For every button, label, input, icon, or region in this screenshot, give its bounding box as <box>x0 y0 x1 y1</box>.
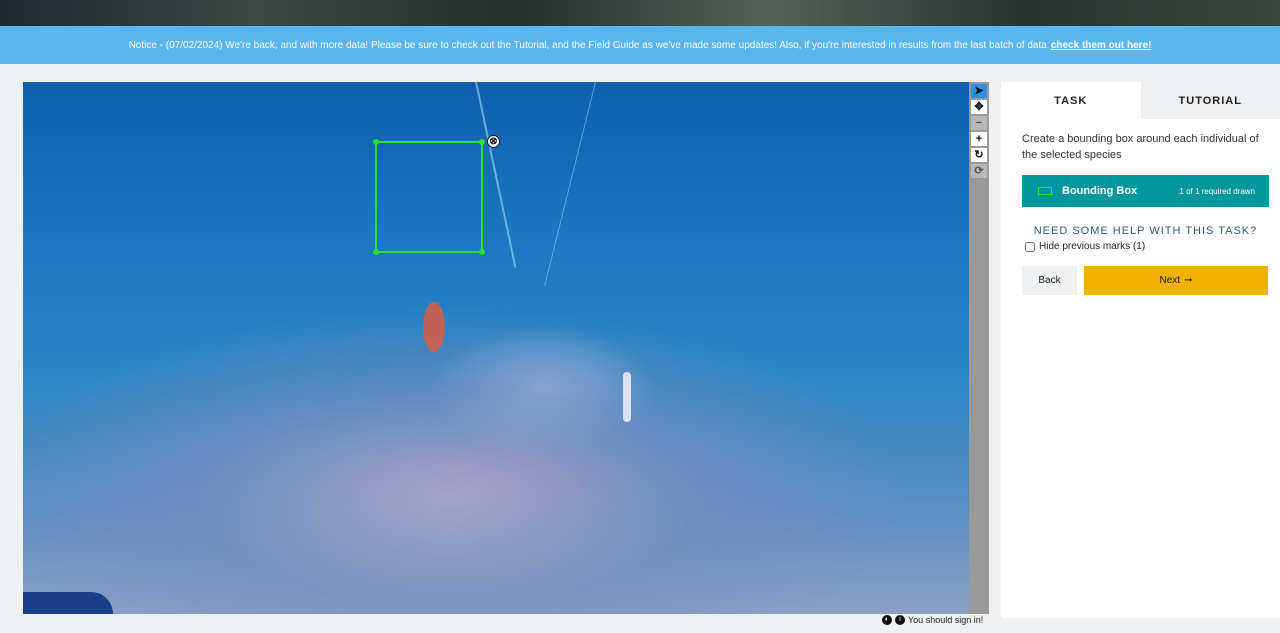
notice-text: Notice - (07/02/2024) We're back, and wi… <box>128 39 1047 51</box>
subject-image[interactable]: ⊗ <box>23 82 969 614</box>
image-toolbar: ➤ ✥ − + ↻ ⟳ <box>969 82 989 614</box>
next-label: Next <box>1159 275 1181 286</box>
header-image-strip <box>0 0 1280 26</box>
rotate-icon[interactable]: ↻ <box>971 148 987 162</box>
info-icon[interactable]: i <box>895 615 905 625</box>
sign-in-note: You should sign in! <box>908 615 984 625</box>
hide-marks-checkbox[interactable] <box>1025 241 1035 252</box>
arrow-right-icon: ➞ <box>1184 275 1193 286</box>
zoom-out-icon[interactable]: − <box>971 116 987 130</box>
seafloor-organism <box>423 302 445 352</box>
delete-mark-icon[interactable]: ⊗ <box>487 135 500 148</box>
bounding-box-tool-option[interactable]: Bounding Box 1 of 1 required drawn <box>1022 175 1269 207</box>
task-panel: TASK TUTORIAL Create a bounding box arou… <box>1001 82 1280 618</box>
results-link[interactable]: check them out here! <box>1051 40 1152 51</box>
tool-label: Bounding Box <box>1062 185 1138 197</box>
zoom-in-icon[interactable]: + <box>971 132 987 146</box>
next-button[interactable]: Next ➞ <box>1084 266 1268 295</box>
tool-count: 1 of 1 required drawn <box>1179 186 1255 196</box>
resize-handle[interactable] <box>373 249 379 255</box>
back-button[interactable]: Back <box>1022 266 1077 295</box>
resize-handle[interactable] <box>479 139 485 145</box>
task-navigation: Back Next ➞ <box>1022 266 1268 295</box>
camera-frame-edge <box>23 592 113 614</box>
help-link[interactable]: NEED SOME HELP WITH THIS TASK? <box>1001 225 1280 237</box>
resize-handle[interactable] <box>479 249 485 255</box>
resize-handle[interactable] <box>373 139 379 145</box>
hide-marks-toggle[interactable]: Hide previous marks (1) <box>1025 241 1280 252</box>
bounding-box-swatch-icon <box>1038 187 1052 195</box>
sign-in-footer: ◐ i You should sign in! <box>882 615 992 625</box>
pointer-tool-icon[interactable]: ➤ <box>971 84 987 98</box>
reset-icon[interactable]: ⟳ <box>971 164 987 178</box>
panel-tabs: TASK TUTORIAL <box>1001 82 1280 119</box>
tab-tutorial[interactable]: TUTORIAL <box>1140 82 1280 119</box>
contrast-icon[interactable]: ◐ <box>882 615 892 625</box>
task-instructions: Create a bounding box around each indivi… <box>1022 133 1259 161</box>
bounding-box-mark[interactable] <box>373 139 485 255</box>
move-tool-icon[interactable]: ✥ <box>971 100 987 114</box>
tab-task[interactable]: TASK <box>1001 82 1141 119</box>
notice-banner: Notice - (07/02/2024) We're back, and wi… <box>0 26 1280 64</box>
laser-line <box>544 82 596 287</box>
hide-marks-label: Hide previous marks (1) <box>1039 241 1146 252</box>
seafloor-organism <box>623 372 631 422</box>
